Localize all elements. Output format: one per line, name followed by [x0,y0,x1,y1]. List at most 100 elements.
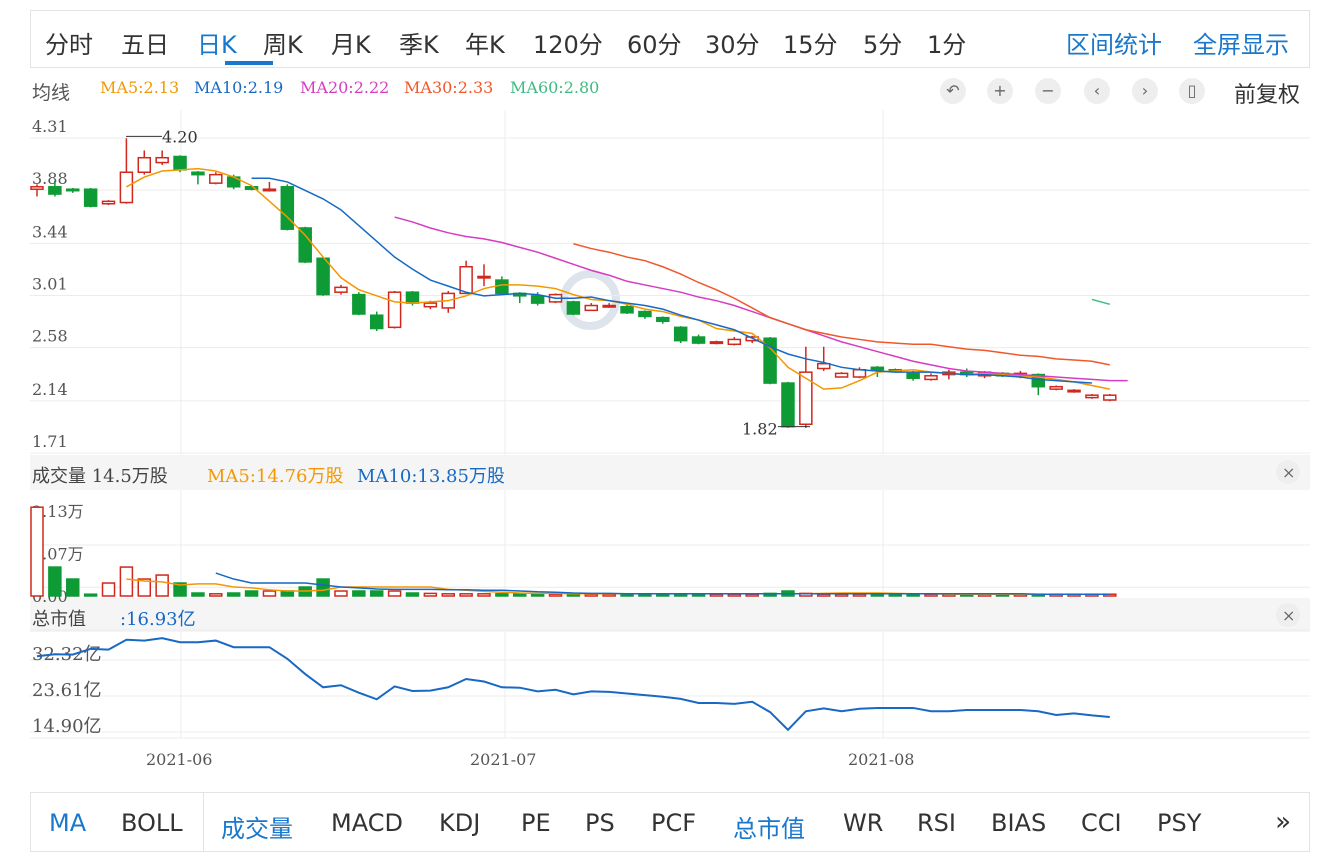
close-icon-0[interactable]: × [1282,463,1295,482]
candle-body-9 [191,171,205,176]
close-icon-1[interactable]: × [1282,606,1295,625]
candle-body-39 [727,338,742,346]
price-tick-3: 3.01 [32,275,68,294]
price-tick-6: 1.71 [32,432,68,451]
volume-bar-11 [226,592,241,597]
volume-bar-25 [477,593,491,597]
stock-chart: 4.313.883.443.012.582.141.714.201.822.13… [30,110,1310,769]
price-tick-2: 3.44 [32,222,68,241]
candle-body-49 [906,372,920,379]
more-indicators-button[interactable]: » [1275,807,1291,837]
volume-bar-22 [423,592,438,597]
price-tick-4: 2.58 [32,327,68,346]
volume-bar-12 [244,590,259,597]
candle-body-2 [66,188,80,192]
volume-bar-5 [119,566,134,597]
mcap-tick-2: 14.90亿 [32,716,102,737]
candle-body-4 [101,200,116,205]
candle-body-18 [352,293,366,315]
candle-body-47 [870,366,885,371]
mcap-tick-1: 23.61亿 [32,680,102,701]
volume-bar-24 [459,593,473,597]
candle-body-16 [316,257,330,296]
candle-body-15 [298,227,312,263]
candle-body-0 [30,186,44,190]
volume-ma-line-1 [215,572,1110,595]
price-tick-0: 4.31 [32,117,68,136]
candle-body-44 [816,362,831,370]
volume-bar-9 [191,592,205,597]
volume-bar-1 [48,566,62,597]
volume-bar-17 [334,590,348,597]
volume-ma10: MA10:13.85万股 [357,466,505,487]
volume-bar-27 [513,593,527,597]
volume-bar-21 [405,592,420,597]
candle-body-6 [137,156,152,173]
volume-bar-26 [495,593,509,597]
volume-bar-7 [155,574,169,597]
indicator-tab-6[interactable]: PS [585,809,615,837]
indicator-tabs: » MA BOLL 成交量 MACD KDJ PE PS PCF 总市值 WR RSI BIAS CCI… [30,792,1310,852]
candle-body-24 [459,266,473,295]
indicator-tab-9[interactable]: WR [843,809,883,837]
candle-body-26 [495,279,509,295]
volume-ma5: MA5:14.76万股 [207,466,343,487]
indicator-tab-7[interactable]: PCF [651,809,696,837]
indicator-tab-0[interactable]: MA [49,809,86,837]
volume-title: 成交量 14.5万股 [32,466,168,487]
indicator-tab-4[interactable]: KDJ [439,809,480,837]
candle-body-45 [834,372,849,378]
candle-body-31 [584,304,599,312]
indicator-tab-5[interactable]: PE [521,809,551,837]
indicator-tab-8[interactable]: 总市值 [733,809,805,844]
candle-body-58 [1067,389,1081,393]
price-tick-5: 2.14 [32,380,68,399]
candle-body-3 [83,188,98,207]
high-annotation: 4.20 [162,127,198,146]
date-tick-2: 2021-08 [848,750,914,769]
volume-bar-0 [30,506,44,597]
volume-bar-28 [530,593,545,597]
indicator-tab-12[interactable]: CCI [1081,809,1122,837]
mcap-value: :16.93亿 [120,609,196,630]
candle-body-36 [673,326,688,342]
indicator-tab-1[interactable]: BOLL [121,809,183,837]
indicator-tab-10[interactable]: RSI [917,809,956,837]
mcap-line [36,637,1110,732]
candle-body-10 [209,173,223,184]
mcap-title: 总市值 [32,609,86,630]
ma-line-1 [251,177,1092,384]
ma-line-4 [1091,298,1110,306]
candle-body-34 [638,310,652,318]
tab-divider [203,793,204,851]
indicator-tab-2[interactable]: 成交量 [221,809,293,844]
volume-bar-20 [387,590,402,597]
candle-body-7 [155,156,169,164]
candle-body-50 [924,375,938,381]
candle-body-42 [781,382,795,428]
candle-body-38 [709,341,724,345]
volume-bar-16 [316,578,330,597]
candle-body-60 [1103,394,1117,401]
volume-bar-19 [369,590,384,597]
volume-bar-13 [262,590,277,597]
indicator-tab-11[interactable]: BIAS [991,809,1046,837]
candle-body-32 [602,304,616,308]
candle-body-57 [1049,385,1063,390]
candle-body-28 [530,295,545,304]
volume-bar-3 [83,593,98,597]
candle-body-19 [369,314,384,330]
volume-bar-29 [548,593,563,597]
volume-bar-23 [441,593,455,597]
indicator-tab-3[interactable]: MACD [331,809,403,837]
volume-bar-10 [209,593,223,597]
indicator-tab-13[interactable]: PSY [1157,809,1201,837]
candle-body-5 [119,171,134,204]
candle-body-13 [262,188,277,192]
candle-body-21 [405,291,420,304]
candle-body-20 [387,291,402,329]
low-annotation: 1.82 [742,420,778,439]
volume-bar-18 [352,590,366,597]
candle-body-30 [566,301,581,315]
volume-bar-2 [66,578,80,597]
